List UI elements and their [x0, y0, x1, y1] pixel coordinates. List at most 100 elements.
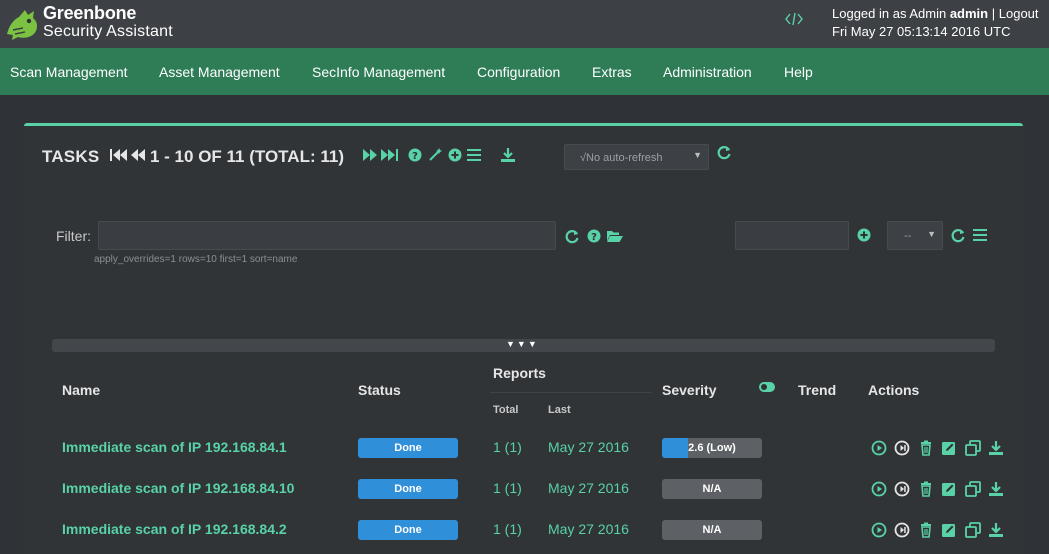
previous-page-icon[interactable] — [130, 148, 146, 162]
report-count-link[interactable]: 1 — [493, 521, 501, 537]
current-datetime: Fri May 27 05:13:14 2016 UTC — [832, 24, 1011, 39]
saved-filter-value: -- — [904, 230, 912, 242]
last-page-icon[interactable] — [380, 148, 398, 162]
svg-text:?: ? — [591, 232, 597, 243]
trash-icon[interactable] — [918, 440, 934, 456]
last-report-date-link[interactable]: May 27 2016 — [548, 521, 629, 537]
add-filter-icon[interactable] — [857, 228, 871, 242]
status-badge: Done — [358, 520, 458, 540]
auto-refresh-select[interactable]: √No auto-refresh ▼ — [564, 144, 709, 170]
finished-report-count-link[interactable]: 1 — [509, 480, 517, 496]
download-icon[interactable] — [988, 522, 1004, 538]
finished-report-count-link[interactable]: 1 — [509, 521, 517, 537]
resume-icon[interactable] — [894, 481, 910, 497]
filter-label: Filter: — [56, 228, 91, 244]
wizard-icon[interactable] — [428, 147, 443, 162]
filter-list-icon[interactable] — [973, 229, 987, 241]
filter-help-icon[interactable]: ? — [587, 229, 601, 243]
report-total[interactable]: 1 (1) — [493, 439, 522, 455]
nav-secinfo-management[interactable]: SecInfo Management — [312, 64, 445, 80]
toggle-overrides-icon[interactable] — [759, 382, 775, 392]
task-name-link[interactable]: Immediate scan of IP 192.168.84.10 — [62, 480, 294, 496]
last-report-date-link[interactable]: May 27 2016 — [548, 480, 629, 496]
expand-arrows-icon[interactable]: ▼▼▼ — [506, 339, 539, 349]
brand-line-2: Security Assistant — [43, 23, 173, 40]
row-actions — [871, 522, 1007, 538]
next-page-icon[interactable] — [362, 148, 378, 162]
column-header-total[interactable]: Total — [493, 404, 518, 416]
new-filter-name-input[interactable] — [735, 221, 849, 250]
page-title: TASKS — [42, 147, 100, 166]
chevron-down-icon: ▼ — [693, 150, 702, 160]
start-icon[interactable] — [871, 522, 887, 538]
report-count-link[interactable]: 1 — [493, 439, 501, 455]
brand-line-1: Greenbone — [43, 3, 137, 23]
severity-label: N/A — [702, 524, 722, 536]
export-download-icon[interactable] — [500, 147, 516, 163]
severity-bar: 2.6 (Low) — [662, 438, 762, 458]
severity-bar: N/A — [662, 520, 762, 540]
nav-extras[interactable]: Extras — [592, 64, 632, 80]
resume-icon[interactable] — [894, 440, 910, 456]
column-header-severity[interactable]: Severity — [662, 382, 716, 398]
download-icon[interactable] — [988, 481, 1004, 497]
status-badge: Done — [358, 479, 458, 499]
new-task-icon[interactable] — [448, 148, 462, 162]
code-icon[interactable] — [785, 11, 803, 27]
brand-name: Greenbone Security Assistant — [43, 3, 173, 40]
svg-text:?: ? — [412, 151, 418, 162]
report-total[interactable]: 1 (1) — [493, 480, 522, 496]
severity-label: 2.6 (Low) — [688, 442, 736, 454]
trash-icon[interactable] — [918, 522, 934, 538]
apply-filter-refresh-icon[interactable] — [951, 228, 965, 243]
help-icon[interactable]: ? — [408, 148, 422, 162]
column-header-last[interactable]: Last — [548, 404, 571, 416]
username: admin — [949, 6, 989, 21]
greenbone-logo-icon[interactable] — [3, 4, 41, 42]
refresh-icon[interactable] — [717, 145, 731, 160]
status-badge: Done — [358, 438, 458, 458]
filter-hint: apply_overrides=1 rows=10 first=1 sort=n… — [94, 254, 298, 265]
logout-link[interactable]: Logout — [999, 6, 1039, 21]
resume-icon[interactable] — [894, 522, 910, 538]
filter-refresh-icon[interactable] — [565, 229, 579, 244]
edit-icon[interactable] — [941, 522, 957, 538]
trash-icon[interactable] — [918, 481, 934, 497]
saved-filter-select[interactable]: -- ▼ — [887, 221, 943, 250]
report-total[interactable]: 1 (1) — [493, 521, 522, 537]
last-report-date-link[interactable]: May 27 2016 — [548, 439, 629, 455]
clone-icon[interactable] — [964, 522, 981, 538]
login-separator: | — [991, 6, 996, 21]
start-icon[interactable] — [871, 440, 887, 456]
first-page-icon[interactable] — [110, 148, 128, 162]
row-actions — [871, 440, 1007, 456]
row-actions — [871, 481, 1007, 497]
pager-count: 1 - 10 OF 11 (TOTAL: 11) — [150, 147, 344, 166]
auto-refresh-value: √No auto-refresh — [580, 152, 663, 164]
column-header-trend: Trend — [798, 382, 837, 398]
finished-report-count-link[interactable]: 1 — [509, 439, 517, 455]
filter-input[interactable] — [98, 221, 556, 250]
nav-administration[interactable]: Administration — [663, 64, 752, 80]
start-icon[interactable] — [871, 481, 887, 497]
column-header-status[interactable]: Status — [358, 382, 401, 398]
nav-configuration[interactable]: Configuration — [477, 64, 560, 80]
edit-icon[interactable] — [941, 481, 957, 497]
clone-icon[interactable] — [964, 440, 981, 456]
task-name-link[interactable]: Immediate scan of IP 192.168.84.1 — [62, 439, 287, 455]
column-header-name[interactable]: Name — [62, 382, 100, 398]
download-icon[interactable] — [988, 440, 1004, 456]
column-header-actions: Actions — [868, 382, 920, 398]
clone-icon[interactable] — [964, 481, 981, 497]
login-info: Logged in as Admin admin | Logout Fri Ma… — [832, 5, 1039, 41]
folder-open-icon[interactable] — [606, 229, 623, 243]
report-count-link[interactable]: 1 — [493, 480, 501, 496]
header-divider — [490, 392, 652, 393]
task-name-link[interactable]: Immediate scan of IP 192.168.84.2 — [62, 521, 287, 537]
edit-icon[interactable] — [941, 440, 957, 456]
top-header: Greenbone Security Assistant Logged in a… — [0, 0, 1049, 48]
nav-scan-management[interactable]: Scan Management — [10, 64, 128, 80]
nav-asset-management[interactable]: Asset Management — [159, 64, 280, 80]
list-menu-icon[interactable] — [467, 149, 481, 161]
nav-help[interactable]: Help — [784, 64, 813, 80]
